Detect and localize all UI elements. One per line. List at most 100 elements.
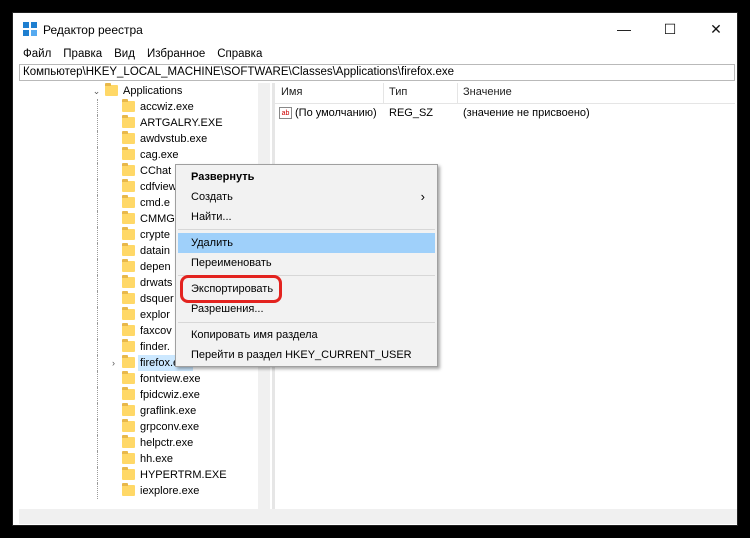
tree-guide-line	[97, 131, 99, 147]
tree-item-label: drwats	[140, 277, 173, 289]
value-type: REG_SZ	[389, 107, 434, 119]
tree-item[interactable]: hh.exe	[19, 451, 264, 467]
tree-item[interactable]: graflink.exe	[19, 403, 264, 419]
folder-icon	[122, 467, 135, 480]
folder-icon	[122, 131, 135, 144]
menu-separator	[178, 322, 435, 323]
tree-guide-line	[97, 195, 99, 211]
window-title: Редактор реестра	[43, 23, 143, 37]
tree-guide-line	[97, 211, 99, 227]
string-value-icon: ab	[279, 107, 292, 119]
menu-item-copy-key-name[interactable]: Копировать имя раздела	[178, 325, 435, 345]
menu-item-create-label: Создать	[191, 191, 233, 203]
tree-item[interactable]: ARTGALRY.EXE	[19, 115, 264, 131]
tree-item[interactable]: awdvstub.exe	[19, 131, 264, 147]
registry-icon	[23, 22, 37, 36]
menu-favorites[interactable]: Избранное	[141, 45, 211, 64]
folder-icon	[122, 419, 135, 432]
maximize-button[interactable]: ☐	[647, 13, 693, 45]
tree-item[interactable]: HYPERTRM.EXE	[19, 467, 264, 483]
folder-icon	[122, 195, 135, 208]
folder-icon	[122, 371, 135, 384]
tree-item-label: accwiz.exe	[140, 101, 194, 113]
tree-item-label: iexplore.exe	[140, 485, 200, 497]
tree-item-label: graflink.exe	[140, 405, 197, 417]
menu-separator	[178, 229, 435, 230]
tree-item-label: crypte	[140, 229, 170, 241]
menu-view[interactable]: Вид	[108, 45, 141, 64]
folder-icon	[122, 211, 135, 224]
menu-item-find[interactable]: Найти...	[178, 207, 435, 227]
expand-chevron-icon[interactable]: ›	[109, 355, 118, 371]
horizontal-scrollbar[interactable]	[19, 509, 737, 524]
tree-item-label: finder.	[140, 341, 170, 353]
tree-item[interactable]: helpctr.exe	[19, 435, 264, 451]
tree-guide-line	[97, 483, 99, 499]
tree-guide-line	[97, 451, 99, 467]
folder-icon	[122, 291, 135, 304]
tree-guide-line	[97, 291, 99, 307]
value-name: (По умолчанию)	[295, 107, 377, 119]
tree-guide-line	[97, 243, 99, 259]
tree-guide-line	[97, 467, 99, 483]
tree-item[interactable]: iexplore.exe	[19, 483, 264, 499]
tree-guide-line	[97, 371, 99, 387]
tree-guide-line	[97, 179, 99, 195]
tree-item-applications[interactable]: ⌄ Applications	[19, 83, 264, 99]
column-divider	[383, 83, 384, 103]
title-bar: Редактор реестра — ☐ ✕	[13, 13, 737, 45]
tree-guide-line	[97, 435, 99, 451]
folder-icon	[122, 243, 135, 256]
folder-icon	[122, 115, 135, 128]
close-button[interactable]: ✕	[693, 13, 737, 45]
folder-icon	[122, 275, 135, 288]
minimize-button[interactable]: —	[601, 13, 647, 45]
address-bar[interactable]: Компьютер\HKEY_LOCAL_MACHINE\SOFTWARE\Cl…	[19, 64, 735, 81]
submenu-arrow-icon: ›	[420, 189, 425, 204]
tree-item-label: cdfview	[140, 181, 177, 193]
menu-file[interactable]: Файл	[17, 45, 57, 64]
menu-item-expand[interactable]: Развернуть	[178, 167, 435, 187]
tree-item-label: ARTGALRY.EXE	[140, 117, 223, 129]
column-type-header[interactable]: Тип	[389, 86, 407, 98]
tree-item[interactable]: accwiz.exe	[19, 99, 264, 115]
tree-item-label: fpidcwiz.exe	[140, 389, 200, 401]
folder-icon	[122, 451, 135, 464]
tree-guide-line	[97, 163, 99, 179]
collapse-chevron-icon[interactable]: ⌄	[92, 83, 101, 99]
value-row[interactable]: ab (По умолчанию) REG_SZ (значение не пр…	[275, 105, 735, 123]
tree-item-label: datain	[140, 245, 170, 257]
tree-item-label: CMMG	[140, 213, 175, 225]
folder-icon	[122, 259, 135, 272]
tree-guide-line	[97, 115, 99, 131]
tree-guide-line	[97, 227, 99, 243]
tree-guide-line	[97, 355, 99, 371]
folder-icon	[122, 179, 135, 192]
folder-icon	[122, 355, 135, 368]
tree-item-label: Applications	[123, 85, 183, 97]
menu-edit[interactable]: Правка	[57, 45, 108, 64]
column-value-header[interactable]: Значение	[463, 86, 512, 98]
tree-item-label: cag.exe	[140, 149, 179, 161]
value-data: (значение не присвоено)	[463, 107, 590, 119]
tree-item-label: CChat	[140, 165, 172, 177]
context-menu: Развернуть Создать › Найти... Удалить Пе…	[175, 164, 438, 367]
tree-item-label: fontview.exe	[140, 373, 201, 385]
tree-guide-line	[97, 259, 99, 275]
tree-item-label: dsquer	[140, 293, 174, 305]
tree-item-label: cmd.e	[140, 197, 170, 209]
tree-item[interactable]: cag.exe	[19, 147, 264, 163]
menu-item-rename[interactable]: Переименовать	[178, 253, 435, 273]
tree-item-label: hh.exe	[140, 453, 174, 465]
tree-item[interactable]: fontview.exe	[19, 371, 264, 387]
menu-item-goto-hkcu[interactable]: Перейти в раздел HKEY_CURRENT_USER	[178, 345, 435, 365]
menu-item-delete[interactable]: Удалить	[178, 233, 435, 253]
tree-item[interactable]: fpidcwiz.exe	[19, 387, 264, 403]
menu-item-create[interactable]: Создать ›	[178, 187, 435, 207]
tree-item-label: grpconv.exe	[140, 421, 200, 433]
column-name-header[interactable]: Имя	[281, 86, 302, 98]
menu-help[interactable]: Справка	[211, 45, 268, 64]
tree-guide-line	[97, 99, 99, 115]
tree-item-label: awdvstub.exe	[140, 133, 208, 145]
tree-item[interactable]: grpconv.exe	[19, 419, 264, 435]
